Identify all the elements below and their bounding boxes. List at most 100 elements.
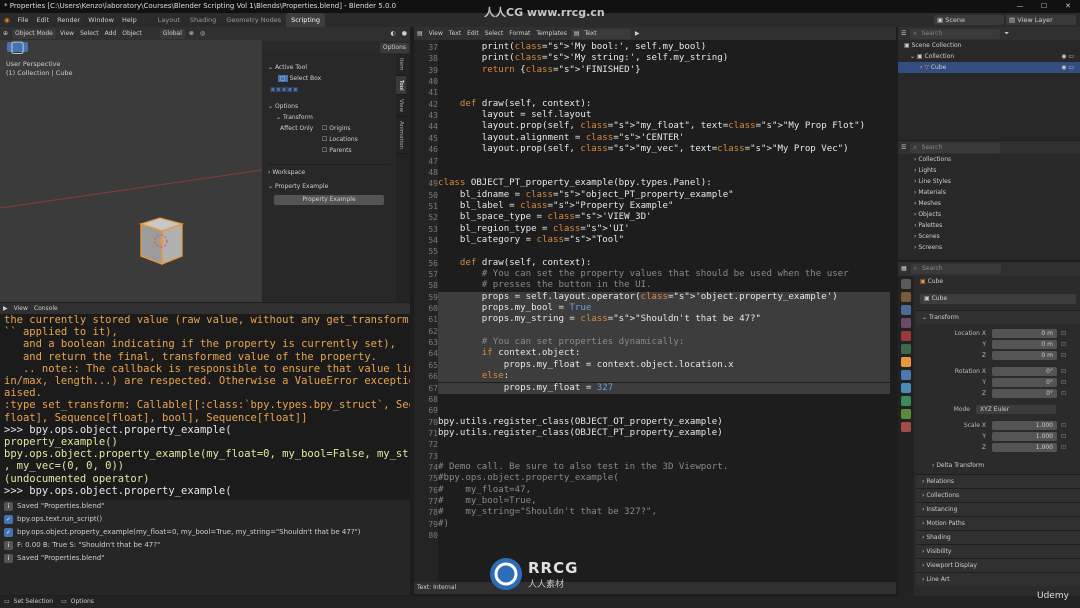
lock-icon[interactable]: ⊡ [1061, 444, 1066, 451]
outliner-row-cube[interactable]: › ▽ Cube ◉ ▭ [898, 62, 1080, 73]
menu-help[interactable]: Help [118, 13, 141, 27]
viewlayer-selector[interactable]: ▤ View Layer [1006, 15, 1076, 25]
text-menu-templates[interactable]: Templates [533, 27, 570, 40]
python-console[interactable]: the currently stored value (raw value, w… [0, 314, 410, 499]
datablock-search[interactable]: ⌕ Search [910, 142, 1001, 153]
info-row[interactable]: i Saved "Properties.blend" [0, 552, 410, 565]
origins-checkbox[interactable]: ☐ Origins [322, 123, 351, 134]
transform-orientation[interactable]: Global [159, 29, 185, 39]
datablock-row[interactable]: › Line Styles [898, 176, 1080, 187]
tab-animation[interactable]: Animation [396, 117, 406, 155]
lock-icon[interactable]: ⊡ [1061, 368, 1066, 375]
proportional-icon[interactable]: ◎ [197, 27, 208, 41]
lock-icon[interactable]: ⊡ [1061, 390, 1066, 397]
lock-icon[interactable]: ⊡ [1061, 422, 1066, 429]
menu-select[interactable]: Select [77, 27, 102, 41]
tab-geometry-nodes[interactable]: Geometry Nodes [221, 13, 286, 27]
info-row[interactable]: i F: 0.00 B: True S: "Shouldn't that be 4… [0, 539, 410, 552]
menu-window[interactable]: Window [84, 13, 118, 27]
text-menu-select[interactable]: Select [482, 27, 507, 40]
tool-tab-icon[interactable] [901, 279, 911, 289]
output-tab-icon[interactable] [901, 305, 911, 315]
console-menu-console[interactable]: Console [31, 303, 61, 314]
lock-icon[interactable]: ⊡ [1061, 341, 1066, 348]
datablock-row[interactable]: › Objects [898, 209, 1080, 220]
lock-icon[interactable]: ⊡ [1061, 433, 1066, 440]
rotation-x-field[interactable]: 0° [992, 367, 1057, 376]
maximize-button[interactable]: ☐ [1032, 0, 1056, 13]
menu-edit[interactable]: Edit [33, 13, 54, 27]
properties-section-header[interactable]: › Viewport Display [916, 558, 1080, 572]
tab-layout[interactable]: Layout [153, 13, 185, 27]
text-menu-edit[interactable]: Edit [464, 27, 482, 40]
lock-icon[interactable]: ⊡ [1061, 330, 1066, 337]
location-x-field[interactable]: 0 m [992, 329, 1057, 338]
tab-view[interactable]: View [396, 95, 406, 118]
tab-tool[interactable]: Tool [396, 75, 406, 96]
info-row[interactable]: ✓ bpy.ops.text.run_script() [0, 513, 410, 526]
outliner-row-scene-collection[interactable]: ▣ Scene Collection [898, 40, 1080, 51]
filter-icon[interactable]: ⏷ [1001, 27, 1012, 40]
info-row[interactable]: i Saved "Properties.blend" [0, 500, 410, 513]
text-menu-text[interactable]: Text [446, 27, 464, 40]
datablock-row[interactable]: › Lights [898, 165, 1080, 176]
parents-checkbox[interactable]: ☐ Parents [268, 145, 390, 156]
properties-section-header[interactable]: › Collections [916, 488, 1080, 502]
outliner-search[interactable]: ⌕ Search [910, 28, 1001, 39]
properties-section-header[interactable]: › Relations [916, 474, 1080, 488]
visibility-icon[interactable]: ◉ ▭ [1061, 51, 1080, 62]
scene-selector[interactable]: ▣ Scene [934, 15, 1004, 25]
location-z-field[interactable]: 0 m [992, 351, 1057, 360]
select-tool-icon[interactable]: ▢ [7, 40, 29, 55]
run-script-icon[interactable]: ▶ [632, 27, 643, 40]
properties-search[interactable]: ⌕ Search [910, 264, 1001, 274]
text-datablock-field[interactable]: ▤ Text [570, 28, 631, 39]
property-example-button[interactable]: Property Example [274, 195, 384, 205]
view-layer-tab-icon[interactable] [901, 318, 911, 328]
lock-icon[interactable]: ⊡ [1061, 379, 1066, 386]
select-mode-icons[interactable]: ▣▣▣▣▣ [268, 84, 390, 95]
tab-shading[interactable]: Shading [185, 13, 221, 27]
overlay-icon[interactable]: ◐ [388, 27, 399, 41]
tab-item[interactable]: Item [396, 54, 406, 76]
text-editor[interactable]: 37 print(class="s">'My bool:', self.my_b… [414, 40, 896, 582]
outliner-row-collection[interactable]: ⌄ ▣ Collection ◉ ▭ [898, 51, 1080, 62]
info-log[interactable]: i Saved "Properties.blend" ✓ bpy.ops.text.r… [0, 500, 410, 595]
menu-object[interactable]: Object [119, 27, 145, 41]
scale-x-field[interactable]: 1.000 [992, 421, 1057, 430]
properties-section-header[interactable]: › Instancing [916, 502, 1080, 516]
datablock-editor-icon[interactable]: ☰ [898, 141, 909, 154]
data-tab-icon[interactable] [901, 409, 911, 419]
menu-render[interactable]: Render [53, 13, 84, 27]
workspace-heading[interactable]: › Workspace [268, 164, 390, 178]
rotation-y-field[interactable]: 0° [992, 378, 1057, 387]
transform-panel-header[interactable]: ⌄ Transform [916, 310, 1080, 324]
physics-tab-icon[interactable] [901, 396, 911, 406]
world-tab-icon[interactable] [901, 344, 911, 354]
material-tab-icon[interactable] [901, 422, 911, 432]
outliner-icon[interactable]: ☰ [898, 27, 909, 40]
render-tab-icon[interactable] [901, 292, 911, 302]
mode-selector[interactable]: Object Mode [12, 29, 56, 39]
tab-scripting[interactable]: Scripting [286, 13, 326, 27]
rotation-mode-dropdown[interactable]: XYZ Euler [976, 405, 1056, 414]
console-editor-icon[interactable]: ▶ [0, 303, 11, 314]
snap-icon[interactable]: ⊗ [186, 27, 197, 41]
delta-transform-header[interactable]: › Delta Transform [916, 460, 1080, 472]
datablock-row[interactable]: › Screens [898, 242, 1080, 253]
scale-y-field[interactable]: 1.000 [992, 432, 1057, 441]
3d-viewport[interactable]: User Perspective (1) Collection | Cube ▢ [0, 40, 262, 302]
properties-section-header[interactable]: › Shading [916, 530, 1080, 544]
text-menu-view[interactable]: View [426, 27, 446, 40]
info-row[interactable]: ✓ bpy.ops.object.property_example(my_floa… [0, 526, 410, 539]
menu-add[interactable]: Add [102, 27, 120, 41]
datablock-row[interactable]: › Palettes [898, 220, 1080, 231]
modifier-tab-icon[interactable] [901, 370, 911, 380]
particles-tab-icon[interactable] [901, 383, 911, 393]
text-editor-icon[interactable]: ▤ [414, 27, 426, 40]
property-example-heading[interactable]: ⌄ Property Example [268, 181, 390, 192]
object-tab-icon[interactable] [901, 357, 911, 367]
datablock-row[interactable]: › Materials [898, 187, 1080, 198]
properties-section-header[interactable]: › Visibility [916, 544, 1080, 558]
properties-section-header[interactable]: › Motion Paths [916, 516, 1080, 530]
